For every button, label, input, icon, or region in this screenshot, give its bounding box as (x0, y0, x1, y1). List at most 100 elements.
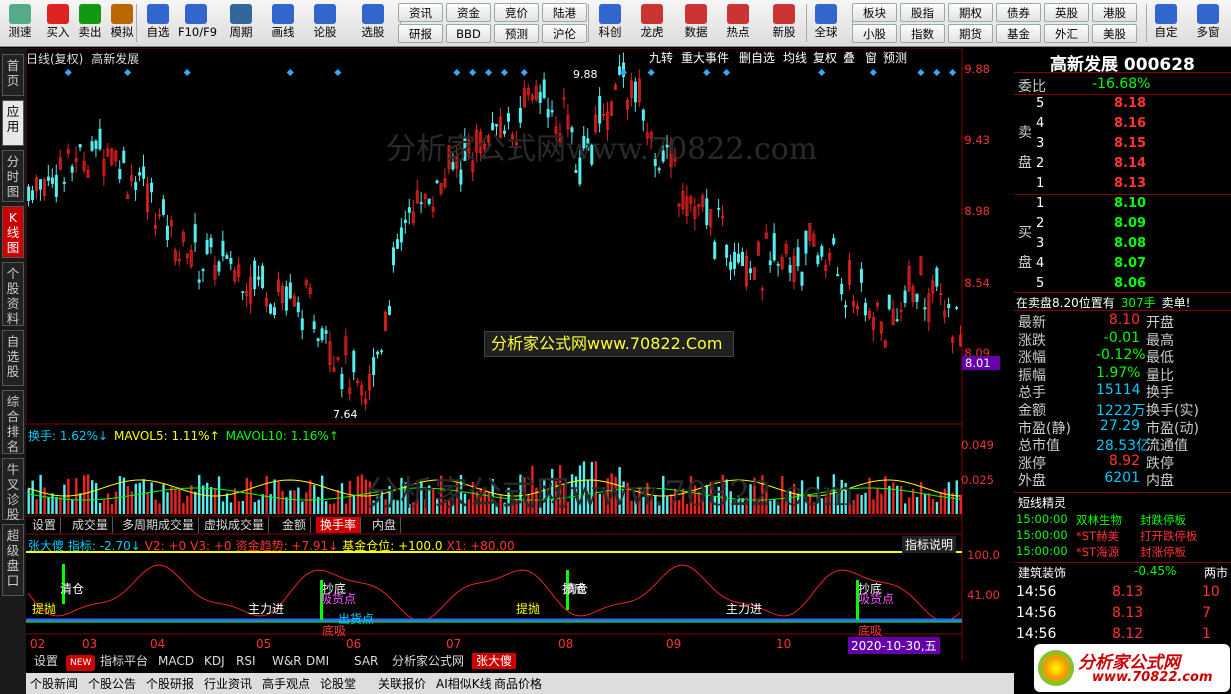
menu2-5[interactable]: 指数 (900, 24, 945, 43)
news-tab-8[interactable]: 商品价格 (494, 675, 542, 692)
left-tab-2[interactable]: 分 时 图 (2, 150, 24, 202)
news-tab-7[interactable]: AI相似K线 (436, 675, 492, 692)
bottom-tab-10[interactable]: 张大傻 (472, 653, 517, 669)
chart-button-6[interactable]: 窗 (862, 50, 880, 66)
menu2-9[interactable]: 美股 (1092, 24, 1137, 43)
menu2-1[interactable]: BBD (446, 24, 491, 43)
watermark-box: 分析家公式网www.70822.Com (484, 331, 734, 357)
news-tab-2[interactable]: 个股研报 (146, 675, 194, 692)
menu-6[interactable]: 期权 (948, 3, 993, 22)
menu-4[interactable]: 板块 (852, 3, 897, 22)
bottom-tab-8[interactable]: SAR (350, 653, 382, 669)
spirit-name-0[interactable]: 双林生物 (1076, 512, 1122, 528)
left-tab-5[interactable]: 自 选 股 (2, 330, 24, 386)
toolbar-label-6: 周期 (229, 25, 253, 39)
spirit-name-2[interactable]: *ST海源 (1076, 544, 1119, 560)
subtab-4[interactable]: 金额 (278, 517, 312, 533)
subtab-5[interactable]: 换手率 (316, 517, 362, 533)
menu2-2[interactable]: 预测 (494, 24, 539, 43)
spirit-name-1[interactable]: *ST赫美 (1076, 528, 1119, 544)
toolbar-button-15[interactable]: 全球 (808, 2, 844, 45)
subtab-2[interactable]: 多周期成交量 (118, 517, 200, 533)
chart-button-4[interactable]: 复权 (810, 50, 840, 66)
menu-8[interactable]: 英股 (1044, 3, 1089, 22)
left-tab-4[interactable]: 个 股 资 料 (2, 262, 24, 326)
menu2-8[interactable]: 外汇 (1044, 24, 1089, 43)
subtab-0[interactable]: 设置 (28, 517, 62, 533)
toolbar-button-7[interactable]: 画线 (265, 2, 301, 45)
toolbar-button-6[interactable]: 周期 (223, 2, 259, 45)
bottom-tab-1[interactable]: NEW (66, 655, 96, 671)
toolbar-button-0[interactable]: 测速 (2, 2, 38, 45)
menu2-3[interactable]: 沪伦 (542, 24, 587, 43)
menu-7[interactable]: 债券 (996, 3, 1041, 22)
left-tab-7[interactable]: 牛 叉 诊 股 (2, 458, 24, 522)
subtab-1[interactable]: 成交量 (68, 517, 114, 533)
left-tab-3[interactable]: K 线 图 (2, 206, 24, 258)
menu-0[interactable]: 资讯 (398, 3, 443, 22)
left-tab-0[interactable]: 首 页 (2, 54, 24, 96)
toolbar-button-8[interactable]: 论股 (307, 2, 343, 45)
toolbar-button-11[interactable]: 龙虎 (634, 2, 670, 45)
menu-3[interactable]: 陆港 (542, 3, 587, 22)
news-tab-0[interactable]: 个股新闻 (30, 675, 78, 692)
toolbar-button-13[interactable]: 热点 (720, 2, 756, 45)
bottom-tab-9[interactable]: 分析家公式网 (388, 653, 468, 669)
menu-2[interactable]: 竞价 (494, 3, 539, 22)
rule (1014, 562, 1231, 563)
bottom-tab-6[interactable]: W&R (268, 653, 306, 669)
menu2-0[interactable]: 研报 (398, 24, 443, 43)
candle-body (737, 253, 741, 263)
event-diamond (453, 68, 461, 77)
bottom-tab-0[interactable]: 设置 (30, 653, 62, 669)
chart-button-5[interactable]: 叠 (840, 50, 858, 66)
bottom-tab-4[interactable]: KDJ (200, 653, 229, 669)
toolbar-button-5[interactable]: F10/F9 (178, 2, 217, 45)
chart-button-0[interactable]: 九转 (646, 50, 676, 66)
indicator-help-button[interactable]: 指标说明 (902, 536, 957, 553)
toolbar-button-16[interactable]: 自定 (1148, 2, 1184, 45)
chart-button-7[interactable]: 预测 (880, 50, 910, 66)
left-tab-1[interactable]: 应 用 (2, 100, 24, 146)
news-tab-3[interactable]: 行业资讯 (204, 675, 252, 692)
bottom-tab-7[interactable]: DMI (302, 653, 333, 669)
volume-bar (273, 479, 276, 514)
chart-button-1[interactable]: 重大事件 (678, 50, 732, 66)
left-tab-8[interactable]: 超 级 盘 口 (2, 524, 24, 596)
news-tab-5[interactable]: 论股堂 (320, 675, 356, 692)
toolbar-button-17[interactable]: 多窗 (1190, 2, 1226, 45)
toolbar-button-2[interactable]: 卖出 (72, 2, 108, 45)
candle-body (435, 180, 439, 184)
chart-button-2[interactable]: 删自选 (736, 50, 778, 66)
news-tab-1[interactable]: 个股公告 (88, 675, 136, 692)
toolbar-button-4[interactable]: 自选 (140, 2, 176, 45)
news-tab-6[interactable]: 关联报价 (378, 675, 426, 692)
toolbar-button-1[interactable]: 买入 (40, 2, 76, 45)
chart-button-3[interactable]: 均线 (780, 50, 810, 66)
menu-5[interactable]: 股指 (900, 3, 945, 22)
bottom-tab-5[interactable]: RSI (232, 653, 260, 669)
left-tab-6[interactable]: 综 合 排 名 (2, 390, 24, 454)
candle-body (70, 166, 74, 173)
chart-area[interactable]: 日线(复权) 高新发展 分析家公式网www.70822.com 分析家公式网ww… (26, 48, 1014, 660)
candle-body (376, 351, 380, 355)
bottom-tab-2[interactable]: 指标平台 (96, 653, 152, 669)
toolbar-button-3[interactable]: 模拟 (104, 2, 140, 45)
menu-1[interactable]: 资金 (446, 3, 491, 22)
menu2-7[interactable]: 基金 (996, 24, 1041, 43)
menu2-4[interactable]: 小股 (852, 24, 897, 43)
bottom-tab-3[interactable]: MACD (154, 653, 198, 669)
event-diamond (286, 68, 294, 77)
toolbar-button-14[interactable]: 新股 (766, 2, 802, 45)
menu2-6[interactable]: 期货 (948, 24, 993, 43)
news-tab-4[interactable]: 高手观点 (262, 675, 310, 692)
volume-bar (154, 499, 157, 514)
menu-9[interactable]: 港股 (1092, 3, 1137, 22)
toolbar-button-12[interactable]: 数据 (678, 2, 714, 45)
toolbar-button-9[interactable]: 选股 (355, 2, 391, 45)
toolbar-label-0: 测速 (8, 25, 32, 39)
month-label-3: 05 (256, 637, 272, 651)
toolbar-button-10[interactable]: 科创 (592, 2, 628, 45)
subtab-6[interactable]: 内盘 (368, 517, 402, 533)
subtab-3[interactable]: 虚拟成交量 (200, 517, 270, 533)
